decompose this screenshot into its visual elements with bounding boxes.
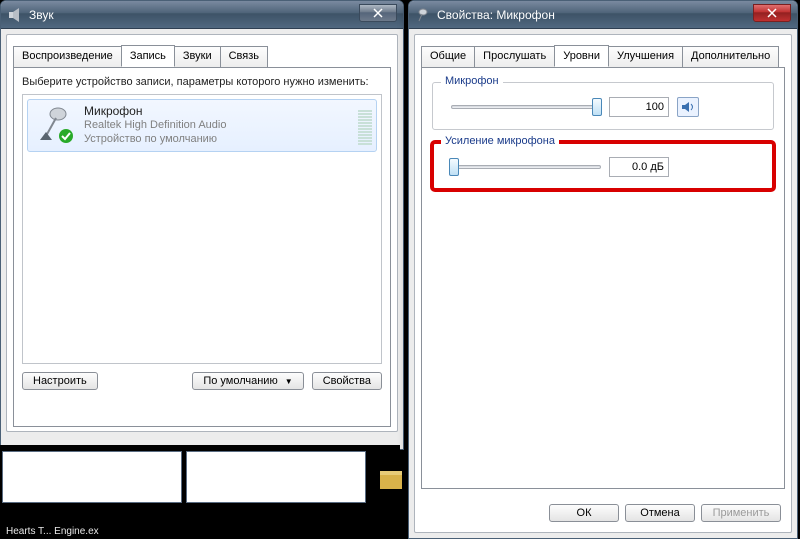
window-title: Звук xyxy=(29,8,54,22)
speaker-icon xyxy=(7,7,23,23)
chevron-down-icon: ▼ xyxy=(285,377,293,386)
microphone-level-slider[interactable] xyxy=(451,105,601,109)
sound-window-titlebar[interactable]: Звук xyxy=(1,1,403,29)
tabs: Общие Прослушать Уровни Улучшения Дополн… xyxy=(421,39,785,67)
speaker-icon xyxy=(681,100,695,114)
close-button[interactable] xyxy=(753,4,791,22)
ok-button[interactable]: ОК xyxy=(549,504,619,522)
properties-button[interactable]: Свойства xyxy=(312,372,382,390)
tabs: Воспроизведение Запись Звуки Связь xyxy=(13,39,391,67)
folder-icon[interactable] xyxy=(380,465,402,493)
desktop-background: Hearts T... Engine.ex xyxy=(0,445,400,539)
microphone-icon xyxy=(32,104,76,144)
tab-listen[interactable]: Прослушать xyxy=(474,46,555,68)
close-icon xyxy=(373,8,383,18)
tab-communications[interactable]: Связь xyxy=(220,46,268,68)
mic-properties-titlebar[interactable]: Свойства: Микрофон xyxy=(409,1,797,29)
device-driver: Realtek High Definition Audio xyxy=(84,118,226,132)
tab-general[interactable]: Общие xyxy=(421,46,475,68)
microphone-boost-value[interactable] xyxy=(609,157,669,177)
group-microphone-level: Микрофон xyxy=(432,82,774,130)
close-icon xyxy=(767,8,777,18)
set-default-button[interactable]: По умолчанию ▼ xyxy=(192,372,303,390)
device-item-microphone[interactable]: Микрофон Realtek High Definition Audio У… xyxy=(27,99,377,152)
tab-advanced[interactable]: Дополнительно xyxy=(682,46,779,68)
desktop-icon-labels: Hearts T... Engine.ex xyxy=(0,524,105,539)
instruction-text: Выберите устройство записи, параметры ко… xyxy=(22,76,382,88)
tab-sounds[interactable]: Звуки xyxy=(174,46,221,68)
slider-thumb[interactable] xyxy=(592,98,602,116)
device-list[interactable]: Микрофон Realtek High Definition Audio У… xyxy=(22,94,382,364)
group-title: Микрофон xyxy=(441,75,503,87)
close-button[interactable] xyxy=(359,4,397,22)
taskbar-thumbnail[interactable] xyxy=(186,451,366,503)
tab-enhancements[interactable]: Улучшения xyxy=(608,46,683,68)
mute-button[interactable] xyxy=(677,97,699,117)
taskbar-thumbnail[interactable] xyxy=(2,451,182,503)
configure-button[interactable]: Настроить xyxy=(22,372,98,390)
apply-button[interactable]: Применить xyxy=(701,504,781,522)
microphone-boost-slider[interactable] xyxy=(451,165,601,169)
group-microphone-boost: Усиление микрофона xyxy=(432,142,774,190)
device-status: Устройство по умолчанию xyxy=(84,132,226,146)
tab-levels[interactable]: Уровни xyxy=(554,45,609,67)
tab-recording[interactable]: Запись xyxy=(121,45,175,67)
device-name: Микрофон xyxy=(84,104,226,118)
tab-playback[interactable]: Воспроизведение xyxy=(13,46,122,68)
level-meter xyxy=(358,104,372,147)
cancel-button[interactable]: Отмена xyxy=(625,504,695,522)
microphone-level-value[interactable] xyxy=(609,97,669,117)
microphone-small-icon xyxy=(415,7,431,23)
group-title: Усиление микрофона xyxy=(441,135,559,147)
set-default-label: По умолчанию xyxy=(203,375,277,387)
window-title: Свойства: Микрофон xyxy=(437,8,555,22)
slider-thumb[interactable] xyxy=(449,158,459,176)
